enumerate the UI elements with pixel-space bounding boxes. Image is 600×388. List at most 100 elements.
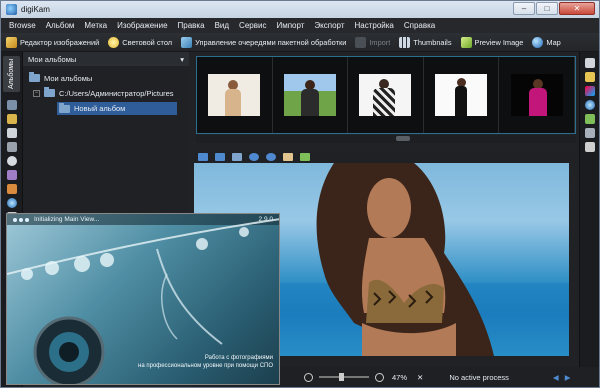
tree-item-pictures-label: C:/Users/Администратор/Pictures (59, 88, 174, 98)
metadata-icon[interactable] (585, 72, 595, 82)
editor-icon (6, 36, 17, 48)
menu-import[interactable]: Импорт (276, 21, 304, 30)
folder-icon (59, 102, 70, 113)
title-bar: digiKam – □ ✕ (1, 1, 599, 18)
splash-screen: Initializing Main View... 2.9.0 Работа с… (6, 213, 280, 385)
tree-item-root[interactable]: Мои альбомы (29, 72, 92, 84)
digikam-app-icon (6, 4, 17, 15)
colors-icon[interactable] (585, 86, 595, 96)
album-tree-header-label: Мои альбомы (28, 54, 77, 64)
thumbnail[interactable] (424, 57, 500, 133)
light-table-label: Световой стол (122, 37, 173, 47)
previous-icon[interactable] (198, 153, 208, 161)
menu-album[interactable]: Альбом (46, 21, 75, 30)
thumbnail-scrollbar[interactable] (196, 135, 576, 143)
preview-image-button[interactable]: Preview Image (460, 36, 524, 48)
thumbnails-icon (399, 36, 411, 48)
minimize-button[interactable]: – (513, 2, 535, 15)
splash-tagline: Работа с фотографиями на профессионально… (138, 354, 273, 370)
preview-toolbar (194, 151, 577, 163)
menu-bar: Browse Альбом Метка Изображение Правка В… (1, 18, 599, 33)
lighttable-icon (108, 36, 120, 48)
import-icon (355, 36, 367, 48)
menu-edit[interactable]: Правка (178, 21, 205, 30)
nav-last-icon[interactable]: ▶ (565, 373, 571, 382)
tree-item-new-album[interactable]: Новый альбом (57, 102, 178, 115)
album-tree-header[interactable]: Мои альбомы ▾ (23, 52, 189, 66)
album-tree-panel: Мои альбомы ▾ Мои альбомы − C:/Users/Адм… (23, 52, 189, 212)
map-search-icon[interactable] (7, 198, 17, 208)
thumbnail[interactable] (273, 57, 349, 133)
timeline-icon[interactable] (7, 142, 17, 152)
menu-tag[interactable]: Метка (84, 21, 107, 30)
menu-browse[interactable]: Browse (9, 21, 36, 30)
thumbnail-image (283, 74, 336, 116)
batch-queue-button[interactable]: Управление очередями пакетной обработки (181, 36, 347, 48)
folder-icon (44, 87, 55, 97)
thumbnail-image (208, 74, 261, 116)
thumbnail-scroll-handle[interactable] (396, 136, 410, 141)
tools-icon[interactable] (585, 142, 595, 152)
menu-export[interactable]: Экспорт (314, 21, 344, 30)
splash-tagline-line-1: Работа с фотографиями (204, 355, 273, 361)
thumbnail[interactable] (499, 57, 575, 133)
add-people-icon[interactable] (300, 153, 310, 161)
zoom-slider[interactable] (319, 373, 369, 381)
tab-albums[interactable]: Альбомы (3, 56, 20, 92)
thumbnail-image (359, 74, 412, 116)
menu-image[interactable]: Изображение (117, 21, 167, 30)
map-button[interactable]: Map (532, 36, 561, 48)
zoom-fit-icon[interactable]: ✕ (417, 373, 423, 382)
splash-tagline-line-2: на профессиональном уровне при помощи СП… (138, 363, 273, 369)
thumbnail[interactable] (197, 57, 273, 133)
tree-item-pictures[interactable]: − C:/Users/Администратор/Pictures (33, 87, 174, 99)
geolocation-icon[interactable] (585, 100, 595, 110)
folder-icon (29, 72, 40, 82)
zoom-out-icon[interactable] (304, 372, 313, 382)
nav-first-icon[interactable]: ◀ (553, 373, 559, 382)
tags-icon[interactable] (7, 114, 17, 124)
close-button[interactable]: ✕ (559, 2, 595, 15)
dates-icon[interactable] (7, 128, 17, 138)
captions-icon[interactable] (585, 114, 595, 124)
collapse-icon[interactable]: − (33, 89, 40, 97)
menu-tools[interactable]: Сервис (239, 21, 266, 30)
properties-icon[interactable] (585, 58, 595, 68)
digikam-window: digiKam – □ ✕ Browse Альбом Метка Изобра… (0, 0, 600, 388)
rotate-left-icon[interactable] (249, 153, 259, 161)
batch-queue-label: Управление очередями пакетной обработки (195, 37, 347, 47)
search-icon[interactable] (7, 156, 17, 166)
chevron-down-icon[interactable]: ▾ (180, 55, 184, 64)
fuzzy-search-icon[interactable] (7, 170, 17, 180)
import-button[interactable]: Import (355, 36, 391, 48)
map-label: Map (546, 37, 561, 47)
maximize-button[interactable]: □ (536, 2, 558, 15)
window-title: digiKam (21, 5, 50, 14)
next-icon[interactable] (215, 153, 225, 161)
preview-icon (460, 36, 472, 48)
people-icon[interactable] (7, 184, 17, 194)
thumbnail[interactable] (348, 57, 424, 133)
zoom-slider-handle[interactable] (339, 373, 344, 381)
image-editor-button[interactable]: Редактор изображений (6, 36, 99, 48)
zoom-in-icon[interactable] (375, 372, 384, 382)
rotate-right-icon[interactable] (266, 153, 276, 161)
thumbnails-button[interactable]: Thumbnails (399, 36, 452, 48)
menu-help[interactable]: Справка (404, 21, 435, 30)
back-to-album-icon[interactable] (232, 153, 242, 161)
preview-image-label: Preview Image (474, 37, 524, 47)
process-status: No active process (449, 372, 509, 382)
tree-item-root-label: Мои альбомы (44, 73, 93, 83)
face-tag-icon[interactable] (283, 153, 293, 161)
thumbnail-image (510, 74, 563, 116)
light-table-button[interactable]: Световой стол (108, 36, 173, 48)
calendar-icon[interactable] (7, 100, 17, 110)
menu-settings[interactable]: Настройка (354, 21, 393, 30)
right-sidebar-tabs (579, 52, 599, 387)
menu-view[interactable]: Вид (215, 21, 229, 30)
window-controls: – □ ✕ (513, 2, 595, 15)
tree-item-new-album-label: Новый альбом (74, 104, 126, 113)
versions-icon[interactable] (585, 128, 595, 138)
import-label: Import (369, 37, 391, 47)
main-toolbar: Редактор изображений Световой стол Управ… (1, 33, 599, 52)
